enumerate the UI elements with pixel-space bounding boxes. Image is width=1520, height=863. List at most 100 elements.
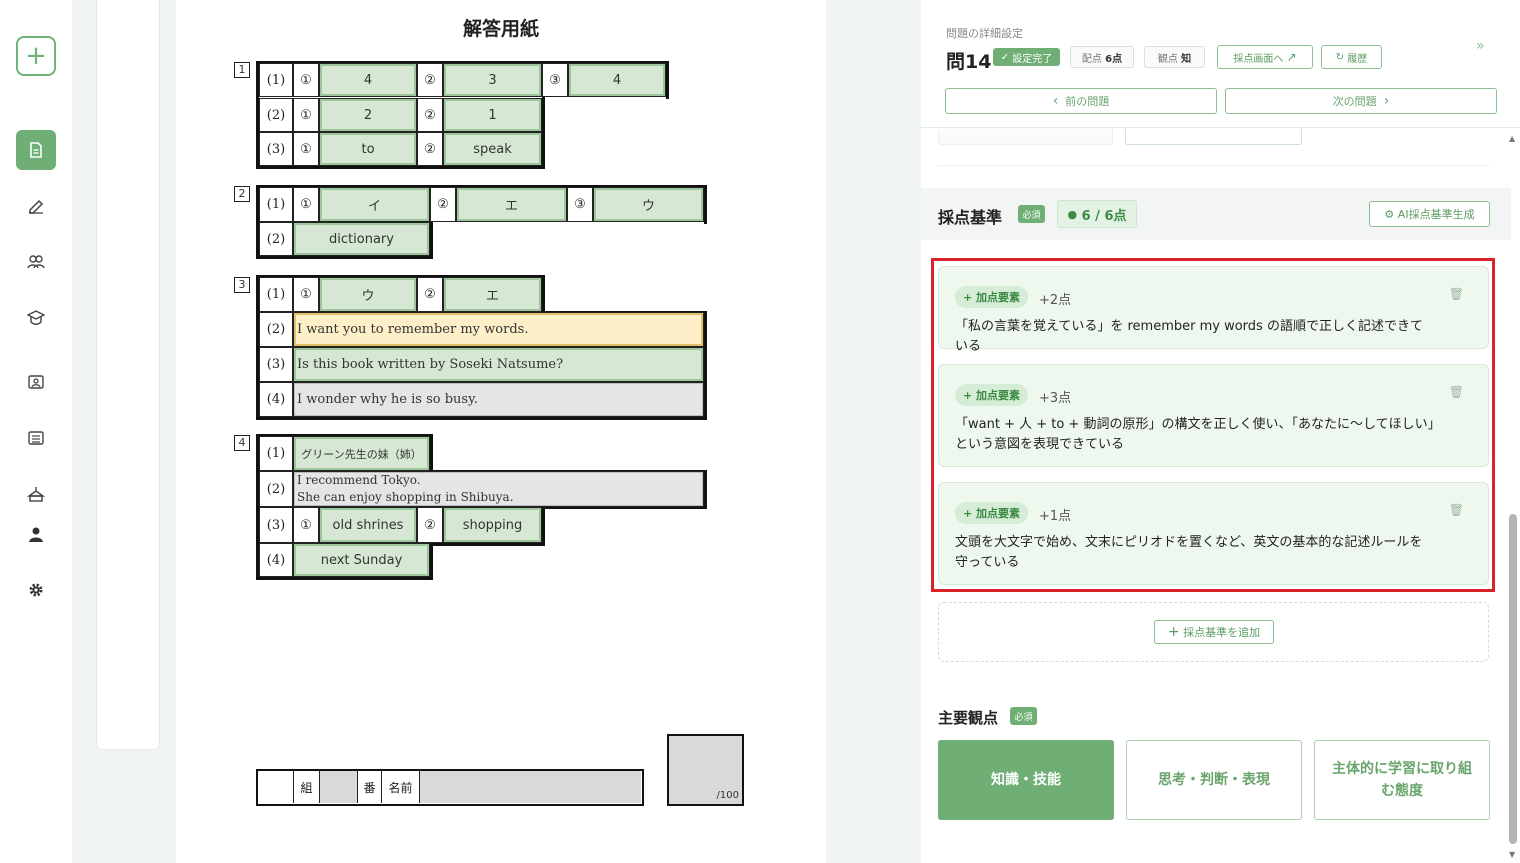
new-document-button[interactable]: + bbox=[16, 36, 56, 76]
add-criteria-label: 採点基準を追加 bbox=[1183, 626, 1261, 639]
number-field[interactable] bbox=[320, 771, 358, 803]
history-button[interactable]: ↻ 履歴 bbox=[1321, 45, 1382, 69]
mark: ② bbox=[430, 187, 456, 222]
scrollbar-thumb[interactable] bbox=[1509, 514, 1517, 844]
ai-generate-label: AI採点基準生成 bbox=[1397, 208, 1475, 221]
question-number: 2 bbox=[234, 186, 250, 202]
class-field[interactable] bbox=[258, 771, 294, 803]
row-label: (2) bbox=[259, 312, 293, 347]
answer-sheet: 解答用紙 1 (1) ① 4 ② 3 ③ 4 (2) ① 2 ② 1 (3) ①… bbox=[176, 0, 826, 863]
id-card-icon[interactable] bbox=[16, 362, 56, 402]
score-total: /100 bbox=[716, 790, 739, 801]
question-number: 1 bbox=[234, 62, 250, 78]
answer-cell-selected[interactable]: I want you to remember my words. bbox=[293, 312, 704, 347]
scroll-down-icon[interactable]: ▼ bbox=[1509, 850, 1515, 859]
name-label: 名前 bbox=[382, 771, 420, 803]
robot-icon: ⚙ bbox=[1384, 207, 1395, 221]
row-label: (2) bbox=[259, 222, 293, 256]
points-tag: 配点 6点 bbox=[1070, 46, 1134, 68]
answer-cell[interactable]: 4 bbox=[568, 63, 666, 97]
question-number: 4 bbox=[234, 435, 250, 451]
settings-gear-icon[interactable] bbox=[16, 570, 56, 610]
view-tag: 観点 知 bbox=[1144, 46, 1205, 68]
perspective-attitude-button[interactable]: 主体的に学習に取り組む態度 bbox=[1314, 740, 1490, 820]
list-icon[interactable] bbox=[16, 418, 56, 458]
grading-screen-label: 採点画面へ bbox=[1233, 53, 1284, 65]
mark: ① bbox=[293, 132, 319, 166]
view-value: 知 bbox=[1181, 53, 1192, 65]
answer-cell[interactable]: エ bbox=[456, 187, 567, 222]
next-label: 次の問題 bbox=[1332, 95, 1377, 108]
points-value: 6点 bbox=[1105, 53, 1123, 65]
user-icon[interactable] bbox=[16, 514, 56, 554]
criteria-title: 採点基準 bbox=[938, 208, 1003, 227]
add-criteria-button[interactable]: + 採点基準を追加 bbox=[1154, 620, 1274, 644]
row-label: (4) bbox=[259, 543, 293, 577]
score-status-badge: ● 6 / 6点 bbox=[1057, 200, 1137, 228]
perspective-title: 主要観点 bbox=[938, 709, 999, 727]
ban-label: 番 bbox=[358, 771, 382, 803]
scroll-up-icon[interactable]: ▲ bbox=[1509, 134, 1515, 143]
document-icon[interactable] bbox=[16, 130, 56, 170]
prev-label: 前の問題 bbox=[1065, 95, 1110, 108]
answer-cell[interactable]: next Sunday bbox=[293, 543, 430, 577]
status-badge: ✓ 設定完了 bbox=[993, 48, 1060, 66]
answer-cell[interactable]: イ bbox=[319, 187, 430, 222]
school-icon[interactable] bbox=[16, 474, 56, 514]
answer-cell[interactable]: to bbox=[319, 132, 417, 166]
chevron-left-icon: ‹ bbox=[1052, 93, 1059, 109]
answer-cell[interactable]: speak bbox=[443, 132, 542, 166]
row-label: (1) bbox=[259, 63, 293, 97]
grading-screen-button[interactable]: 採点画面へ ↗ bbox=[1217, 45, 1313, 69]
secondary-sidebar bbox=[96, 0, 160, 750]
answer-cell[interactable]: ウ bbox=[319, 277, 417, 312]
answer-cell[interactable]: グリーン先生の妹（姉） bbox=[293, 436, 430, 471]
answer-cell[interactable]: 3 bbox=[443, 63, 542, 97]
panel-heading: 問題の詳細設定 bbox=[946, 27, 1023, 40]
name-field[interactable] bbox=[420, 771, 641, 803]
score-box: /100 bbox=[667, 734, 744, 806]
row-label: (1) bbox=[259, 187, 293, 222]
partial-field bbox=[1125, 129, 1302, 145]
graduation-icon[interactable] bbox=[16, 298, 56, 338]
answer-cell[interactable]: old shrines bbox=[319, 507, 417, 543]
required-badge: 必須 bbox=[1010, 707, 1037, 725]
question-number: 3 bbox=[234, 277, 250, 293]
mark: ② bbox=[417, 277, 443, 312]
status-text: 設定完了 bbox=[1012, 53, 1053, 65]
prev-question-button[interactable]: ‹ 前の問題 bbox=[945, 88, 1217, 114]
perspective-thinking-button[interactable]: 思考・判断・表現 bbox=[1126, 740, 1302, 820]
answer-cell[interactable]: エ bbox=[443, 277, 542, 312]
row-label: (2) bbox=[259, 98, 293, 132]
answer-line: She can enjoy shopping in Shibuya. bbox=[297, 490, 514, 504]
answer-cell[interactable]: I recommend Tokyo. She can enjoy shoppin… bbox=[293, 471, 704, 507]
answer-cell[interactable]: 4 bbox=[319, 63, 417, 97]
row-label: (3) bbox=[259, 347, 293, 382]
required-badge: 必須 bbox=[1018, 205, 1045, 223]
collapse-panel-icon[interactable]: » bbox=[1476, 38, 1485, 54]
answer-cell[interactable]: I wonder why he is so busy. bbox=[293, 382, 704, 417]
answer-cell[interactable]: shopping bbox=[443, 507, 542, 543]
answer-cell[interactable]: 1 bbox=[443, 98, 542, 132]
students-icon[interactable] bbox=[16, 242, 56, 282]
row-label: (2) bbox=[259, 471, 293, 507]
kumi-label: 組 bbox=[294, 771, 320, 803]
row-label: (3) bbox=[259, 132, 293, 166]
mark: ② bbox=[417, 132, 443, 166]
perspective-knowledge-button[interactable]: 知識・技能 bbox=[938, 740, 1114, 820]
answer-cell[interactable]: ウ bbox=[593, 187, 704, 222]
answer-line: I recommend Tokyo. bbox=[297, 473, 421, 487]
highlight-frame bbox=[931, 258, 1495, 592]
answer-cell[interactable]: 2 bbox=[319, 98, 417, 132]
mark: ③ bbox=[542, 63, 568, 97]
border-line bbox=[430, 543, 545, 546]
chevron-right-icon: › bbox=[1383, 93, 1390, 109]
answer-cell[interactable]: dictionary bbox=[293, 222, 430, 256]
ai-generate-button[interactable]: ⚙ AI採点基準生成 bbox=[1369, 201, 1490, 227]
sheet-title: 解答用紙 bbox=[462, 18, 539, 40]
next-question-button[interactable]: 次の問題 › bbox=[1225, 88, 1497, 114]
scrollbar[interactable]: ▲ ▼ bbox=[1506, 134, 1520, 863]
question-title: 問14 bbox=[946, 51, 992, 73]
grading-pen-icon[interactable] bbox=[16, 186, 56, 226]
answer-cell[interactable]: Is this book written by Soseki Natsume? bbox=[293, 347, 704, 382]
